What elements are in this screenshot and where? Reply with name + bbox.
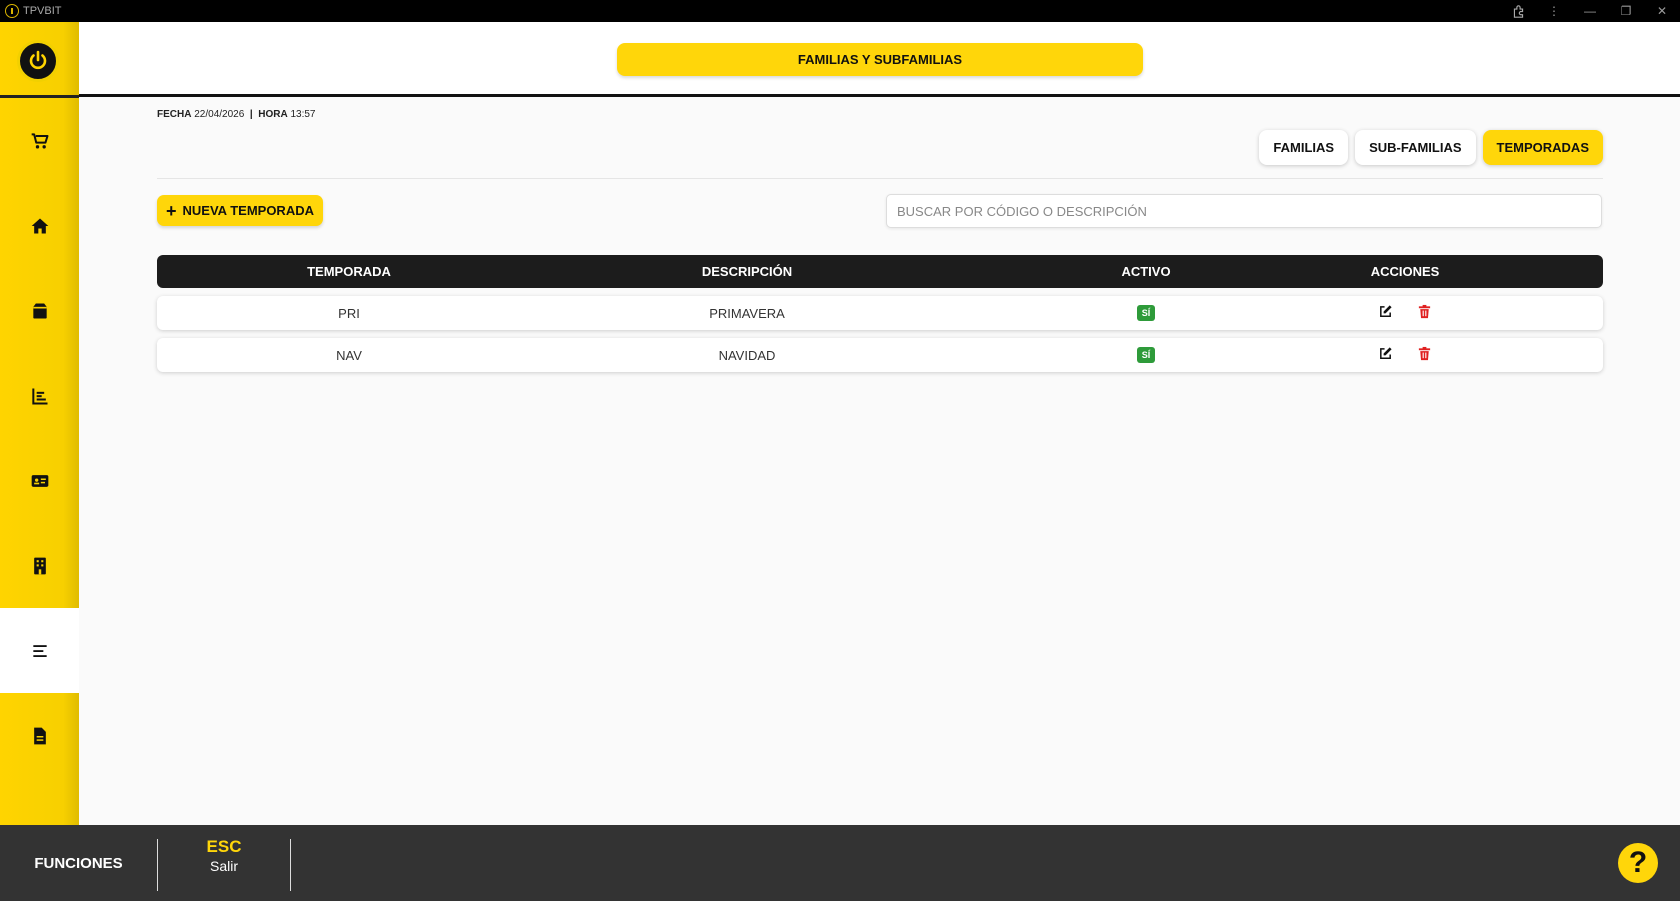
close-icon[interactable]: ✕: [1644, 0, 1680, 22]
sidebar-item-empresa[interactable]: [0, 523, 79, 608]
tab-temporadas[interactable]: TEMPORADAS: [1482, 130, 1603, 165]
minimize-icon[interactable]: —: [1572, 0, 1608, 22]
sidebar: [0, 22, 79, 825]
cell-temporada: PRI: [338, 305, 360, 321]
sidebar-item-documentos[interactable]: [0, 693, 79, 778]
id-card-icon: [31, 474, 48, 487]
new-temporada-button[interactable]: + NUEVA TEMPORADA: [157, 195, 323, 226]
plus-icon: +: [166, 200, 177, 221]
section-divider: [157, 178, 1603, 179]
sidebar-item-clientes[interactable]: [0, 438, 79, 523]
datetime-info: FECHA 22/04/2026 | HORA 13:57: [157, 109, 316, 120]
sidebar-item-familias[interactable]: [0, 608, 79, 693]
section-tabs: FAMILIAS SUB-FAMILIAS TEMPORADAS: [1259, 130, 1603, 165]
esc-key-label: ESC: [206, 837, 242, 856]
help-icon: ?: [1628, 846, 1648, 879]
hora-label: HORA: [258, 109, 288, 120]
active-badge: SÍ: [1137, 305, 1155, 321]
table-header: TEMPORADA DESCRIPCIÓN ACTIVO ACCIONES: [157, 255, 1603, 288]
document-icon: [33, 727, 46, 744]
sidebar-item-inicio[interactable]: [0, 183, 79, 268]
delete-button[interactable]: [1417, 304, 1432, 322]
column-header-descripcion: DESCRIPCIÓN: [701, 264, 793, 279]
search-input[interactable]: [886, 194, 1602, 228]
extension-icon[interactable]: [1500, 0, 1536, 22]
function-bar: FUNCIONES ESC Salir ?: [0, 825, 1680, 901]
chart-icon: [31, 388, 47, 404]
cart-icon: [31, 132, 48, 148]
sidebar-item-ventas[interactable]: [0, 98, 79, 183]
cell-acciones: [1207, 338, 1603, 372]
edit-icon: [1380, 305, 1392, 317]
menu-icon: [32, 644, 47, 657]
window-controls: ⋮ — ❐ ✕: [1500, 0, 1680, 22]
box-icon: [32, 303, 47, 318]
table-row[interactable]: NAV NAVIDAD SÍ: [157, 338, 1603, 372]
sidebar-item-informes[interactable]: [0, 353, 79, 438]
more-options-icon[interactable]: ⋮: [1536, 0, 1572, 22]
footer-separator: [290, 839, 291, 891]
page-header: FAMILIAS Y SUBFAMILIAS: [79, 22, 1680, 97]
cell-acciones: [1207, 296, 1603, 330]
active-badge: SÍ: [1137, 347, 1155, 363]
column-header-temporada: TEMPORADA: [307, 264, 391, 279]
restore-icon[interactable]: ❐: [1608, 0, 1644, 22]
hora-value: 13:57: [290, 109, 316, 120]
sidebar-item-articulos[interactable]: [0, 268, 79, 353]
esc-exit-button[interactable]: ESC Salir: [158, 837, 290, 874]
fecha-label: FECHA: [157, 109, 192, 120]
window-titlebar: TPVBIT ⋮ — ❐ ✕: [0, 0, 1680, 22]
edit-button[interactable]: [1378, 346, 1393, 364]
edit-button[interactable]: [1378, 304, 1393, 322]
window-title: TPVBIT: [23, 5, 62, 17]
column-header-acciones: ACCIONES: [1370, 264, 1440, 279]
tab-sub-familias[interactable]: SUB-FAMILIAS: [1355, 130, 1476, 165]
table-row[interactable]: PRI PRIMAVERA SÍ: [157, 296, 1603, 330]
power-button[interactable]: [17, 40, 59, 82]
trash-icon: [1418, 304, 1431, 319]
delete-button[interactable]: [1417, 346, 1432, 364]
new-temporada-label: NUEVA TEMPORADA: [182, 203, 314, 218]
tab-familias[interactable]: FAMILIAS: [1259, 130, 1349, 165]
functions-label: FUNCIONES: [34, 854, 123, 872]
fecha-value: 22/04/2026: [194, 109, 245, 120]
power-icon: [29, 50, 47, 70]
edit-icon: [1380, 347, 1392, 359]
page-title: FAMILIAS Y SUBFAMILIAS: [617, 43, 1143, 76]
app-logo-icon: [5, 4, 19, 18]
datetime-separator: |: [249, 109, 253, 120]
home-icon: [31, 218, 48, 233]
trash-icon: [1418, 346, 1431, 361]
cell-descripcion: PRIMAVERA: [709, 305, 785, 321]
building-icon: [33, 557, 46, 574]
cell-descripcion: NAVIDAD: [718, 347, 776, 363]
cell-temporada: NAV: [336, 347, 362, 363]
help-button[interactable]: ?: [1618, 843, 1658, 883]
exit-label: Salir: [209, 858, 238, 874]
